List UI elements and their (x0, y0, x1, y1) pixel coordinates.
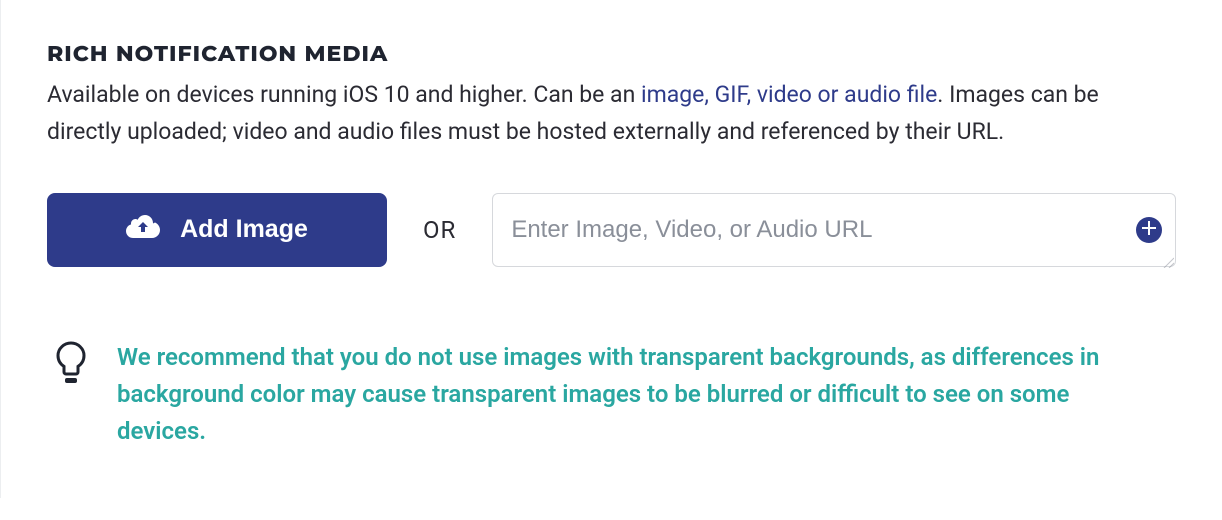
media-types-link[interactable]: image, GIF, video or audio file (641, 81, 937, 108)
media-input-row: Add Image OR (47, 193, 1176, 267)
description-text-prefix: Available on devices running iOS 10 and … (47, 81, 641, 108)
tip-text: We recommend that you do not use images … (117, 339, 1157, 451)
add-url-button[interactable] (1136, 217, 1162, 243)
tip-callout: We recommend that you do not use images … (47, 315, 1176, 475)
or-separator-label: OR (423, 216, 456, 244)
rich-media-section: RICH NOTIFICATION MEDIA Available on dev… (0, 0, 1222, 498)
plus-icon (1142, 220, 1156, 239)
media-url-input-wrap (492, 193, 1176, 267)
lightbulb-icon (53, 339, 89, 387)
cloud-upload-icon (126, 213, 160, 246)
resize-handle[interactable] (1162, 253, 1174, 265)
section-description: Available on devices running iOS 10 and … (47, 77, 1157, 151)
media-url-input[interactable] (492, 193, 1176, 267)
section-heading: RICH NOTIFICATION MEDIA (47, 40, 1176, 67)
add-image-button-label: Add Image (180, 215, 308, 244)
add-image-button[interactable]: Add Image (47, 193, 387, 267)
